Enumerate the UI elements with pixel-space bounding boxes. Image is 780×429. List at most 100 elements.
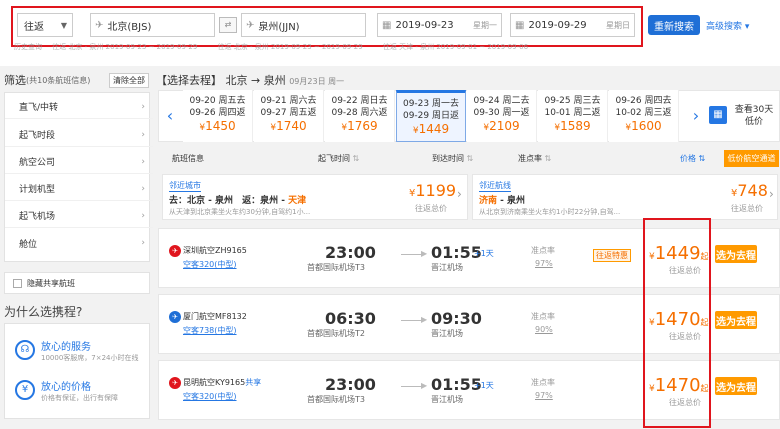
why-price-desc: 价格有保证，出行有保障 — [41, 394, 118, 402]
chevron-right-icon: › — [141, 210, 145, 221]
col-info: 航班信息 — [172, 154, 204, 163]
date-price: ¥1769 — [325, 120, 394, 134]
date-option[interactable]: 09-24 周二去 09-30 周一返 ¥2109 — [467, 90, 537, 142]
chevron-right-icon: › — [457, 187, 462, 201]
date-back: 09-29 周日返 — [402, 111, 459, 121]
filter-count: (共10条航班信息) — [26, 75, 91, 85]
chevron-right-icon[interactable]: › — [686, 100, 706, 132]
col-arrive-sort[interactable]: 到达时间 ⇅ — [432, 153, 473, 164]
select-outbound-button[interactable]: 选为去程 — [715, 245, 757, 263]
nearby-tag: 邻近城市 — [169, 181, 201, 192]
date-go: 09-20 周五去 — [189, 96, 246, 106]
filter-label: 计划机型 — [19, 185, 56, 195]
history-item[interactable]: 往返 北京 - 泉州 2019-09-23 ~ 2019-09-29 — [218, 43, 363, 51]
trip-type-value: 往返 — [24, 21, 44, 33]
nearby-price-value: 748 — [737, 181, 768, 200]
date-price: ¥1589 — [538, 120, 607, 134]
next-day-badge: +1天 — [474, 381, 494, 390]
nearby-go: 去：北京 - 泉州 — [169, 196, 234, 206]
clear-all-button[interactable]: 清除全部 — [109, 72, 149, 88]
aircraft-type-link[interactable]: 空客320(中型) — [183, 259, 237, 270]
date-option[interactable]: 09-26 周四去 10-02 周三返 ¥1600 — [609, 90, 679, 142]
nearby-note: 往返总价 — [731, 204, 763, 213]
calendar-30day-link[interactable]: 查看30天低价 — [731, 104, 777, 128]
low-cost-channel-button[interactable]: 低价航空通道 — [724, 150, 779, 167]
sort-icon: ⇅ — [352, 154, 360, 163]
nearby-route: 济南 - 泉州 — [479, 193, 525, 206]
filter-header: 筛选 (共10条航班信息) 清除全部 — [4, 72, 149, 88]
aircraft-type-link[interactable]: 空客738(中型) — [183, 325, 237, 336]
headset-icon: ☊ — [15, 340, 35, 360]
nearby-desc: 从北京到济南乘坐火车约1小时22分钟,自驾... — [479, 208, 621, 216]
arrow-right-icon: ▶ — [421, 381, 428, 390]
on-time-label: 准点率 — [531, 312, 555, 321]
date-option[interactable]: 09-20 周五去 09-26 周四返 ¥1450 — [183, 90, 253, 142]
date-price: ¥1740 — [254, 120, 323, 134]
depart-date-input[interactable]: ▦ 2019-09-23 星期一 — [377, 13, 502, 37]
filter-aircraft[interactable]: 计划机型 › — [5, 177, 153, 201]
chevron-right-icon: › — [769, 187, 774, 201]
col-price-sort[interactable]: 价格 ⇅ — [680, 153, 705, 164]
date-go: 09-25 周三去 — [544, 96, 601, 106]
date-back: 09-27 周五返 — [260, 108, 317, 118]
history-item[interactable]: 往返 天津 - 泉州 2019-09-01 ~ 2019-09-06 — [383, 43, 528, 51]
select-outbound-button[interactable]: 选为去程 — [715, 377, 757, 395]
arrow-right-icon: ▶ — [421, 315, 428, 324]
date-price-value: 1600 — [631, 119, 662, 133]
filter-direct[interactable]: 直飞/中转 › — [5, 95, 153, 119]
depart-airport: 首都国际机场T2 — [307, 329, 365, 338]
filter-airport[interactable]: 起飞机场 › — [5, 204, 153, 228]
return-date-value: 2019-09-29 — [528, 19, 587, 31]
share-badge: 共享 — [245, 378, 262, 387]
chevron-down-icon: ▾ — [744, 22, 750, 32]
airline-name: 深圳航空ZH9165 — [183, 245, 247, 256]
nearby-tag: 邻近航线 — [479, 181, 511, 192]
swap-cities-icon[interactable]: ⇄ — [219, 17, 237, 33]
why-service-desc: 10000客服席，7×24小时在线 — [41, 354, 139, 362]
date-price: ¥1450 — [183, 120, 252, 134]
airline-logo-icon: ✈ — [169, 245, 181, 257]
advanced-search-link[interactable]: 高级搜索 ▾ — [706, 19, 749, 32]
nearby-back: 返：泉州 - — [242, 196, 289, 206]
depart-time: 23:00 — [325, 243, 376, 262]
aircraft-type-link[interactable]: 空客320(中型) — [183, 391, 237, 402]
date-price-value: 1769 — [347, 119, 378, 133]
nearby-route-card[interactable]: 邻近航线 济南 - 泉州 从北京到济南乘坐火车约1小时22分钟,自驾... ¥7… — [472, 174, 778, 220]
filter-cabin[interactable]: 舱位 › — [5, 231, 153, 255]
filter-label: 航空公司 — [19, 158, 56, 168]
select-outbound-button[interactable]: 选为去程 — [715, 311, 757, 329]
filter-airline[interactable]: 航空公司 › — [5, 150, 153, 174]
col-depart-sort[interactable]: 起飞时间 ⇅ — [318, 153, 359, 164]
search-button[interactable]: 重新搜索 — [648, 15, 700, 35]
history-item[interactable]: 往返 北京 - 泉州 2019-09-23 ~ 2019-09-29 — [52, 43, 197, 51]
calendar-icon[interactable]: ▦ — [709, 106, 727, 124]
chevron-right-icon: › — [141, 238, 145, 248]
chevron-down-icon: ▼ — [60, 20, 67, 30]
date-option[interactable]: 09-25 周三去 10-01 周二返 ¥1589 — [538, 90, 608, 142]
date-price: ¥2109 — [467, 120, 536, 134]
to-city-input[interactable]: ✈ 泉州(JJN) — [241, 13, 366, 37]
hide-share-checkbox[interactable] — [13, 278, 22, 288]
route-header: 【选择去程】 北京 → 泉州 09月23日 周一 — [156, 72, 344, 88]
from-city-input[interactable]: ✈ 北京(BJS) — [90, 13, 215, 37]
depart-airport: 首都国际机场T3 — [307, 263, 365, 272]
return-weekday: 星期日 — [606, 20, 630, 30]
date-option[interactable]: 09-22 周日去 09-28 周六返 ¥1769 — [325, 90, 395, 142]
chevron-left-icon[interactable]: ‹ — [160, 100, 180, 132]
return-date-input[interactable]: ▦ 2019-09-29 星期日 — [510, 13, 635, 37]
date-price-value: 1740 — [276, 119, 307, 133]
search-history: 历史查询 往返 北京 - 泉州 2019-09-23 ~ 2019-09-29 … — [14, 42, 528, 52]
filter-depart-time[interactable]: 起飞时段 › — [5, 123, 153, 147]
nearby-city-card[interactable]: 邻近城市 去：北京 - 泉州 返：泉州 - 天津 从天津到北京乘坐火车约30分钟… — [162, 174, 468, 220]
trip-type-select[interactable]: 往返 ▼ — [17, 13, 73, 37]
date-option[interactable]: 09-23 周一去 09-29 周日返 ¥1449 — [396, 90, 466, 142]
chevron-right-icon: › — [141, 183, 145, 194]
date-option[interactable]: 09-21 周六去 09-27 周五返 ¥1740 — [254, 90, 324, 142]
date-go: 09-22 周日去 — [331, 96, 388, 106]
col-price-label: 价格 — [680, 154, 696, 163]
col-rate-sort[interactable]: 准点率 ⇅ — [518, 153, 551, 164]
plane-landing-icon: ✈ — [246, 19, 255, 31]
arrive-airport: 晋江机场 — [431, 329, 463, 338]
filter-label: 直飞/中转 — [19, 103, 59, 113]
date-back: 09-26 周四返 — [189, 108, 246, 118]
